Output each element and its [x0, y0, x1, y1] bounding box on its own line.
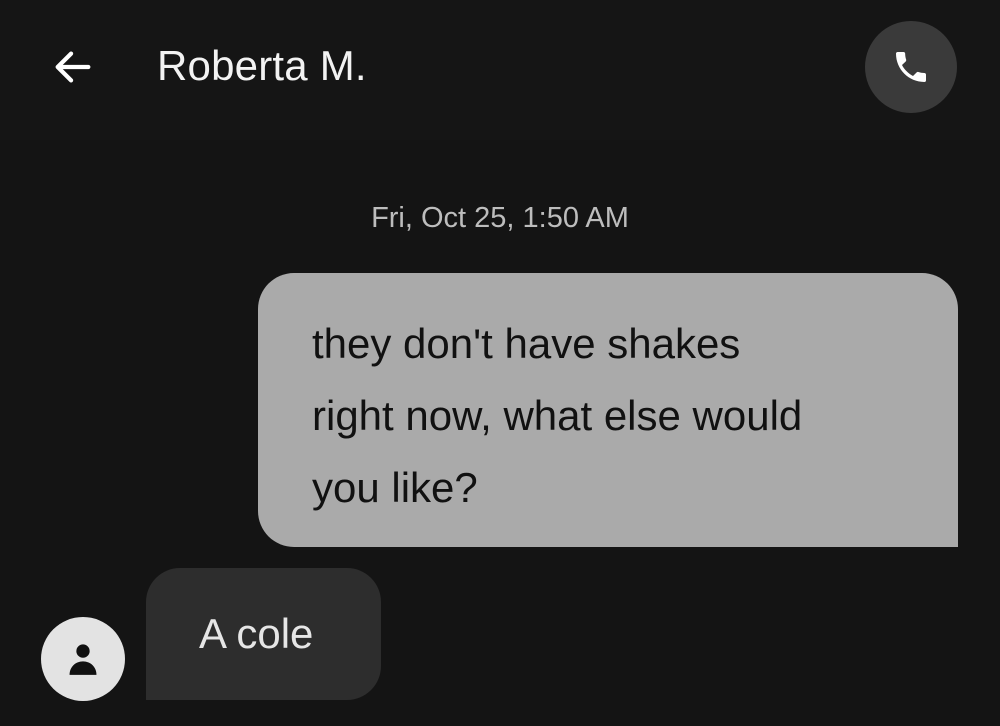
- contact-avatar: [41, 617, 125, 701]
- arrow-left-icon: [55, 51, 91, 83]
- contact-name: Roberta M.: [157, 42, 367, 89]
- chat-header: Roberta M.: [0, 0, 1000, 140]
- outgoing-message-bubble[interactable]: they don't have shakes right now, what e…: [258, 273, 958, 547]
- back-button[interactable]: [44, 38, 102, 96]
- phone-icon: [896, 52, 926, 82]
- chat-screen: Roberta M. Fri, Oct 25, 1:50 AM they don…: [0, 0, 1000, 726]
- message-timestamp: Fri, Oct 25, 1:50 AM: [371, 202, 629, 234]
- incoming-message-text: A cole: [199, 610, 314, 657]
- incoming-message-bubble[interactable]: A cole: [146, 568, 381, 700]
- outgoing-message-text: they don't have shakes right now, what e…: [312, 320, 803, 511]
- call-button[interactable]: [865, 21, 957, 113]
- person-icon: [69, 644, 97, 675]
